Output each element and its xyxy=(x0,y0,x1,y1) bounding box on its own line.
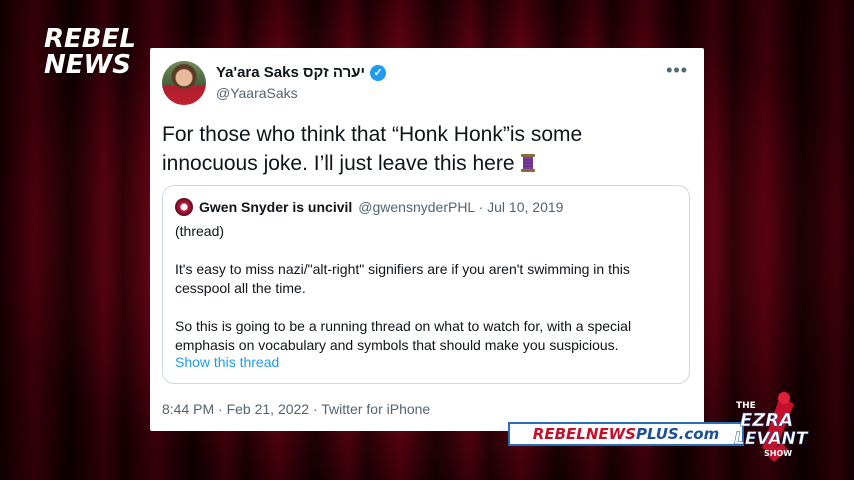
tweet-text-line-1: For those who think that “Honk Honk”is s… xyxy=(162,123,583,146)
author-avatar[interactable] xyxy=(162,61,206,105)
quoted-paragraph: So this is going to be a running thread … xyxy=(175,318,632,353)
quoted-paragraph: It's easy to miss nazi/"alt-right" signi… xyxy=(175,261,630,296)
quoted-paragraph: (thread) xyxy=(175,223,225,239)
quoted-author-name[interactable]: Gwen Snyder is uncivil xyxy=(199,199,352,215)
rebel-news-plus-banner: REBELNEWS PLUS.com xyxy=(508,422,744,446)
tweet-text-line-2: innocuous joke. I’ll just leave this her… xyxy=(162,152,515,175)
tweet-text: For those who think that “Honk Honk”is s… xyxy=(162,120,682,178)
verified-badge-icon: ✓ xyxy=(370,64,387,81)
show-levant-text: LEVANT xyxy=(734,429,809,449)
tweet-timestamp[interactable]: 8:44 PM · Feb 21, 2022 · Twitter for iPh… xyxy=(162,401,430,417)
show-thread-link[interactable]: Show this thread xyxy=(175,354,279,370)
tweet-card[interactable]: Ya'ara Saks יערה זקס ✓ @YaaraSaks ••• Fo… xyxy=(150,48,704,431)
ezra-levant-show-logo: THE EZRA LEVANT SHOW xyxy=(734,392,809,462)
thread-spool-icon xyxy=(520,154,535,172)
more-icon[interactable]: ••• xyxy=(666,60,688,81)
show-show-text: SHOW xyxy=(764,449,792,458)
show-ezra-text: EZRA xyxy=(740,410,793,431)
author-handle[interactable]: @YaaraSaks xyxy=(216,85,298,101)
quoted-author-avatar[interactable] xyxy=(175,198,193,216)
quoted-tweet[interactable]: Gwen Snyder is uncivil @gwensnyderPHL · … xyxy=(162,185,690,384)
rebel-news-logo: REBEL NEWS xyxy=(44,24,136,80)
quoted-tweet-text: (thread) It's easy to miss nazi/"alt-rig… xyxy=(175,222,675,355)
quoted-author-meta: @gwensnyderPHL · Jul 10, 2019 xyxy=(358,199,564,215)
author-name[interactable]: Ya'ara Saks יערה זקס xyxy=(216,64,365,81)
